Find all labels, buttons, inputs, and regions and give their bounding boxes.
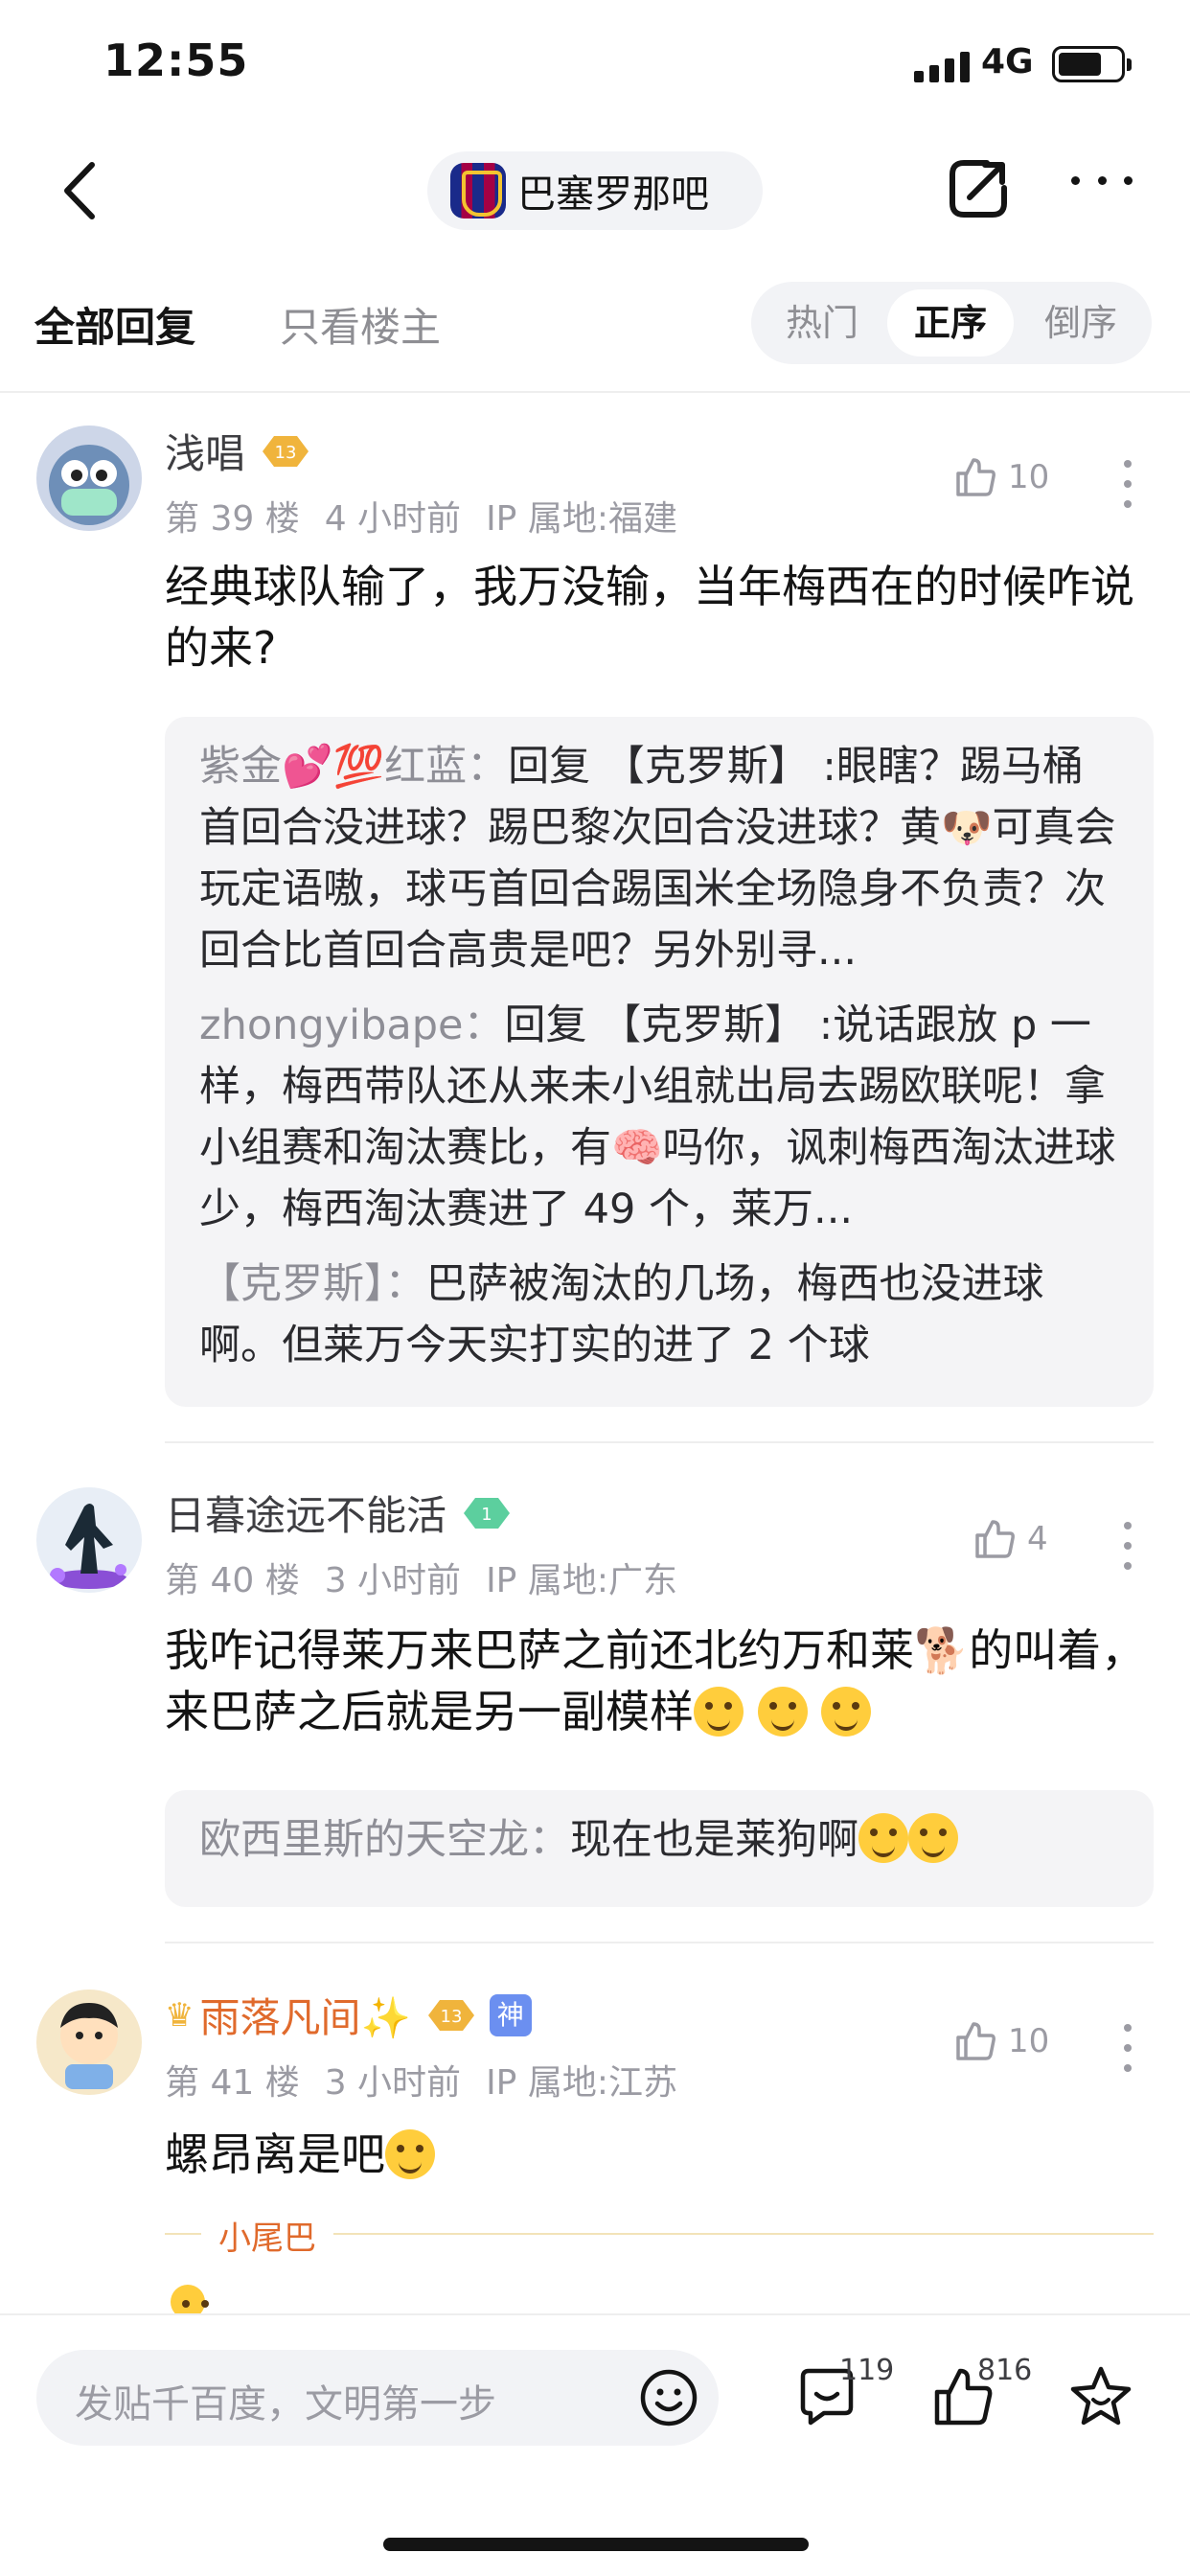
star-icon	[1070, 2366, 1132, 2426]
laugh-emoji	[908, 1813, 958, 1863]
ip-location: IP 属地:广东	[486, 1561, 677, 1600]
post-content: 螺昂离是吧	[165, 2124, 1161, 2185]
cover-mouth-emoji	[694, 1687, 744, 1736]
network-type: 4G	[981, 42, 1034, 81]
thumbs-up-icon	[975, 1520, 1015, 1558]
post-meta: 第 41 楼 3 小时前 IP 属地:江苏	[165, 2055, 702, 2104]
crown-icon: ♛	[165, 1995, 195, 2035]
sub-replies[interactable]: 紫金💕💯红蓝：回复 【克罗斯】 :眼瞎？踢马桶首回合没进球？踢巴黎次回合没进球？…	[165, 717, 1154, 1407]
forum-name: 巴塞罗那吧	[517, 172, 709, 217]
divider	[165, 1441, 1154, 1443]
sub-replies[interactable]: 欧西里斯的天空龙：现在也是莱狗啊	[165, 1790, 1154, 1907]
nav-bar: 巴塞罗那吧	[0, 134, 1190, 249]
floor-number: 第 41 楼	[165, 2063, 300, 2103]
bottom-bar: 发贴千百度，文明第一步 119 816	[0, 2313, 1190, 2576]
comment-count: 119	[839, 2354, 895, 2387]
divider	[0, 391, 1190, 393]
post-time: 3 小时前	[324, 2063, 462, 2103]
username[interactable]: 浅唱 13	[165, 422, 312, 480]
back-button[interactable]	[54, 157, 111, 224]
post-menu-button[interactable]	[1123, 2024, 1133, 2072]
sort-hot[interactable]: 热门	[759, 289, 885, 356]
reply-input-placeholder: 发贴千百度，文明第一步	[75, 2382, 496, 2426]
chevron-left-icon	[64, 162, 95, 219]
like-button[interactable]: 4	[972, 1516, 1048, 1562]
post-content: 经典球队输了，我万没输，当年梅西在的时候咋说的来?	[165, 561, 1134, 674]
username[interactable]: ♛ 雨落凡间✨ 13 神	[165, 1986, 532, 2044]
cover-mouth-emoji	[821, 1687, 872, 1736]
sort-desc[interactable]: 倒序	[1018, 289, 1144, 356]
sub-reply[interactable]: 欧西里斯的天空龙：现在也是莱狗啊	[199, 1809, 1119, 1871]
svg-text:1: 1	[481, 1505, 492, 1525]
reply-author: 【克罗斯】	[199, 1260, 385, 1308]
post-menu-button[interactable]	[1123, 1522, 1133, 1570]
laugh-emoji	[858, 1813, 908, 1863]
avatar[interactable]	[36, 426, 142, 531]
ip-location: IP 属地:福建	[486, 499, 677, 539]
like-count: 4	[1027, 1520, 1048, 1558]
level-badge: 13	[259, 432, 312, 471]
like-count: 10	[1008, 458, 1050, 496]
post-content: 我咋记得莱万来巴萨之前还北约万和莱🐕的叫着，来巴萨之后就是另一副模样	[165, 1624, 1146, 1737]
favorite-button[interactable]	[1067, 2363, 1134, 2430]
emoji-picker-button[interactable]	[638, 2367, 699, 2428]
status-bar: 12:55 4G	[0, 0, 1190, 129]
forum-header-pill[interactable]: 巴塞罗那吧	[427, 151, 763, 230]
sub-reply[interactable]: 紫金💕💯红蓝：回复 【克罗斯】 :眼瞎？踢马桶首回合没进球？踢巴黎次回合没进球？…	[199, 736, 1119, 981]
post-time: 3 小时前	[324, 1561, 462, 1600]
battery-icon	[1052, 46, 1132, 82]
like-count: 10	[1008, 2022, 1050, 2060]
thumbs-up-icon	[956, 458, 995, 496]
more-options-button[interactable]	[1071, 176, 1133, 196]
reply-input[interactable]: 发贴千百度，文明第一步	[36, 2350, 719, 2446]
svg-text:13: 13	[440, 2007, 462, 2027]
reply-author: 欧西里斯的天空龙	[199, 1816, 529, 1864]
reply-text: 现在也是莱狗啊	[570, 1816, 858, 1864]
divider	[165, 1942, 1154, 1944]
reply-tabs: 全部回复 只看楼主 热门 正序 倒序	[0, 278, 1190, 364]
sub-reply[interactable]: 【克罗斯】：巴萨被淘汰的几场，梅西也没进球啊。但莱万今天实打实的进了 2 个球	[199, 1254, 1119, 1376]
reply-author: zhongyibape	[199, 1001, 464, 1049]
sub-reply[interactable]: zhongyibape：回复 【克罗斯】 :说话跟放 p 一样，梅西带队还从来未…	[199, 995, 1119, 1240]
avatar[interactable]	[36, 1990, 142, 2095]
floor-number: 第 40 楼	[165, 1561, 300, 1600]
forum-logo	[450, 163, 506, 218]
username[interactable]: 日暮途远不能活 1	[165, 1484, 514, 1542]
sort-toggle: 热门 正序 倒序	[751, 282, 1152, 364]
like-total-count: 816	[977, 2354, 1033, 2387]
floor-number: 第 39 楼	[165, 499, 300, 539]
level-badge: 13	[424, 1996, 478, 2035]
signal-icon	[914, 52, 970, 82]
svg-text:13: 13	[275, 443, 297, 463]
post-meta: 第 39 楼 4 小时前 IP 属地:福建	[165, 491, 702, 540]
like-button[interactable]: 10	[952, 454, 1049, 500]
reply-author: 紫金💕💯红蓝	[199, 743, 468, 791]
level-badge: 1	[460, 1494, 514, 1532]
sort-asc[interactable]: 正序	[887, 289, 1014, 356]
hug-emoji	[385, 2129, 435, 2179]
avatar[interactable]	[36, 1487, 142, 1593]
tail-label: 小尾巴	[201, 2212, 333, 2259]
god-badge: 神	[489, 1993, 532, 2036]
post-time: 4 小时前	[324, 499, 462, 539]
share-button[interactable]	[945, 155, 1012, 222]
smile-icon	[640, 2369, 698, 2426]
home-indicator	[383, 2538, 809, 2551]
cover-mouth-emoji	[757, 1687, 808, 1736]
post-meta: 第 40 楼 3 小时前 IP 属地:广东	[165, 1552, 702, 1602]
tab-all-replies[interactable]: 全部回复	[34, 295, 195, 354]
ip-location: IP 属地:江苏	[486, 2063, 677, 2103]
status-time: 12:55	[103, 34, 249, 86]
like-button[interactable]: 10	[952, 2018, 1049, 2064]
thumbs-up-icon	[956, 2022, 995, 2060]
share-icon	[950, 160, 1007, 218]
tab-op-only[interactable]: 只看楼主	[280, 295, 441, 354]
post-menu-button[interactable]	[1123, 460, 1133, 508]
